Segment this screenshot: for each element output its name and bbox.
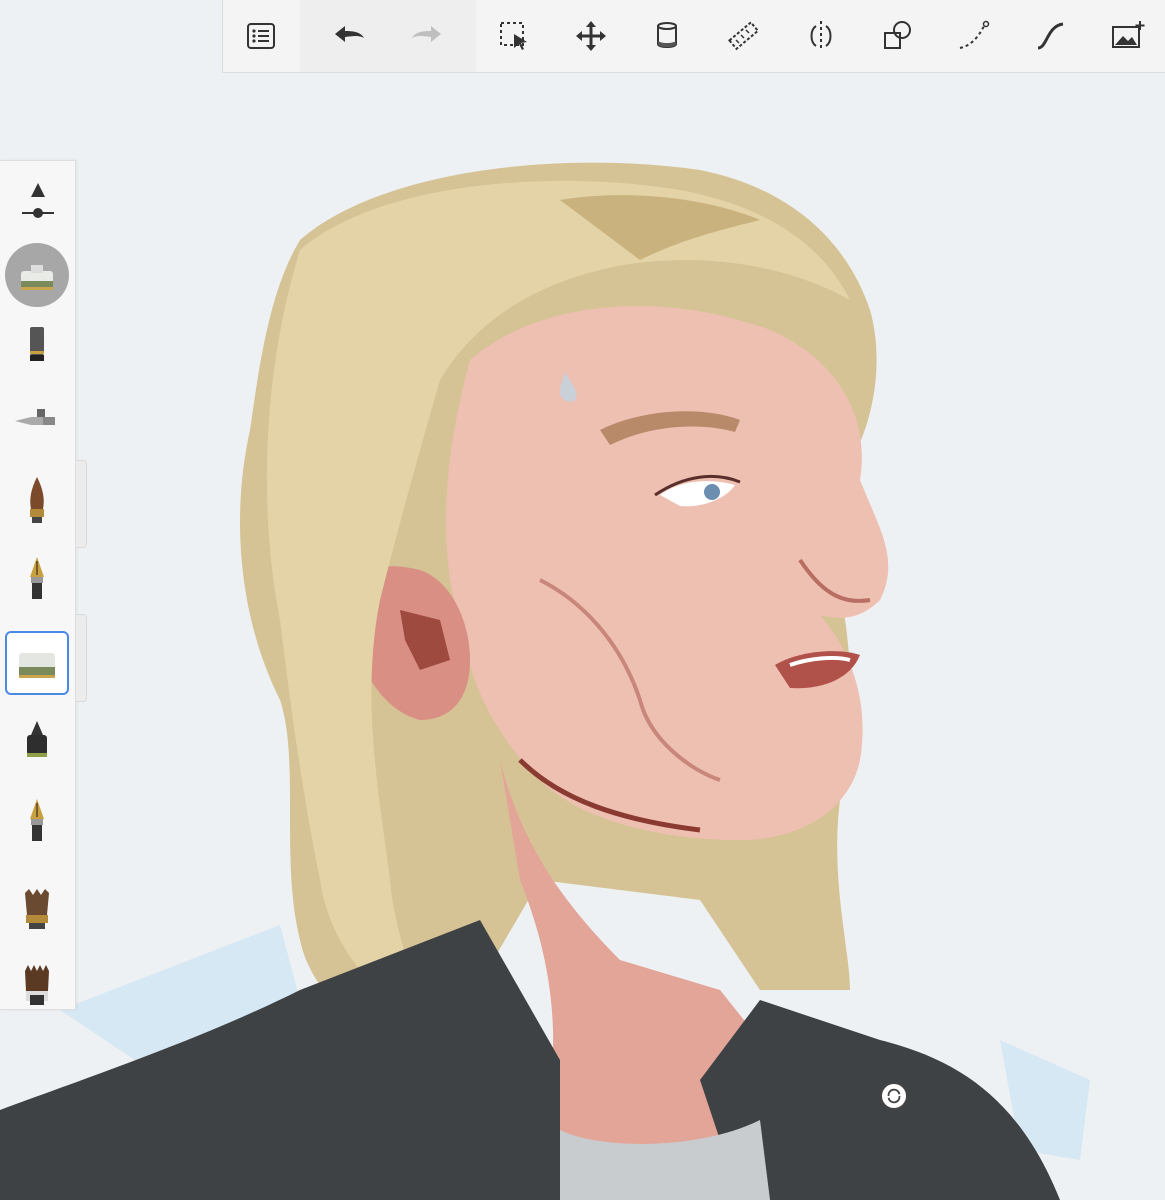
brush-calligraphy-pen[interactable] <box>5 789 69 853</box>
curve-button[interactable] <box>936 0 1013 72</box>
curve-icon <box>960 20 990 49</box>
list-icon <box>247 23 276 49</box>
fill-button[interactable] <box>629 0 706 72</box>
brush-marker[interactable] <box>5 631 69 695</box>
marker-brush-icon <box>21 265 53 290</box>
shapes-icon <box>883 21 911 49</box>
airbrush-icon <box>15 409 55 425</box>
transform-button[interactable] <box>552 0 629 72</box>
history-group <box>299 0 476 72</box>
brush-airbrush[interactable] <box>5 387 69 451</box>
brush-paintbrush[interactable] <box>5 467 69 531</box>
marker-brush-icon <box>19 653 55 678</box>
redo-button[interactable] <box>388 0 466 72</box>
brush-fan-brush[interactable] <box>5 953 69 1017</box>
flat-brush-icon <box>25 889 49 929</box>
rotate-icon <box>887 1088 901 1104</box>
brush-ink-pen[interactable] <box>5 547 69 611</box>
stroke-icon <box>1037 22 1064 50</box>
brush-palette <box>0 160 76 1010</box>
ink-pen-icon <box>30 557 44 599</box>
predictive-stroke-button[interactable] <box>1013 0 1090 72</box>
undo-button[interactable] <box>310 0 388 72</box>
symmetry-button[interactable] <box>783 0 860 72</box>
current-brush-preview[interactable] <box>5 243 69 307</box>
brush-library-button[interactable] <box>223 0 300 72</box>
selection-icon <box>500 22 528 50</box>
brush-flat-brush[interactable] <box>5 877 69 941</box>
add-image-icon <box>1111 21 1145 48</box>
top-toolbar <box>222 0 1165 73</box>
ruler-icon <box>728 20 760 51</box>
canvas-rotate-handle[interactable] <box>880 1082 908 1110</box>
brush-pencil[interactable] <box>5 313 69 377</box>
drawing-canvas[interactable] <box>0 0 1165 1200</box>
undo-icon <box>334 26 364 42</box>
symmetry-icon <box>810 21 832 51</box>
selection-button[interactable] <box>476 0 553 72</box>
palette-scroll-handle-upper[interactable] <box>76 460 87 548</box>
ruler-button[interactable] <box>706 0 783 72</box>
calligraphy-pen-icon <box>30 799 44 841</box>
brush-size-slider-icon[interactable] <box>14 179 62 225</box>
palette-scroll-handle-lower[interactable] <box>76 614 87 702</box>
shapes-button[interactable] <box>859 0 936 72</box>
pencil-brush-icon <box>30 327 44 361</box>
move-icon <box>575 21 606 51</box>
redo-icon <box>411 26 441 42</box>
paintbrush-icon <box>30 477 44 523</box>
fan-brush-icon <box>25 965 49 1005</box>
ballpoint-icon <box>27 721 47 757</box>
fill-bucket-icon <box>657 22 678 48</box>
add-image-button[interactable] <box>1089 0 1165 72</box>
brush-ballpoint[interactable] <box>5 709 69 773</box>
